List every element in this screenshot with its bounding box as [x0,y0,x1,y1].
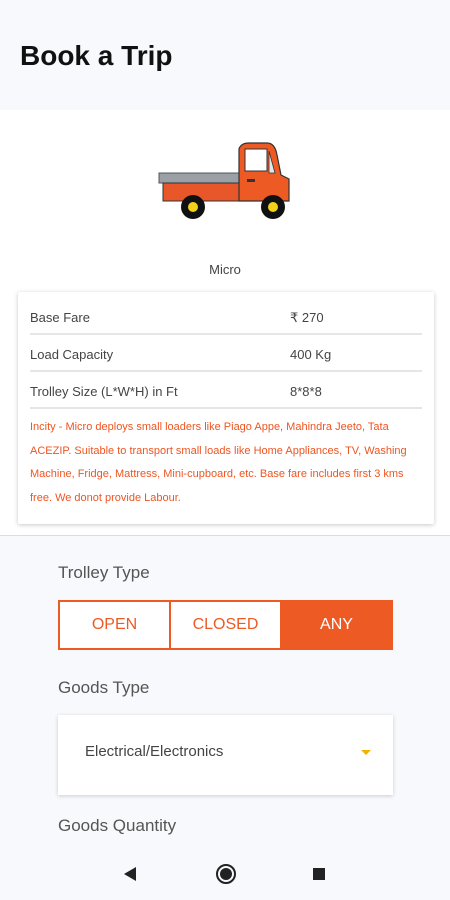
fare-row-label: Trolley Size (L*W*H) in Ft [30,384,178,399]
fare-description-note: Incity - Micro deploys small loaders lik… [30,421,407,504]
fare-row-value: 8*8*8 [290,384,322,399]
system-navigation-bar [0,848,450,900]
back-icon[interactable] [124,867,136,881]
goods-type-label: Goods Type [58,678,150,697]
recent-apps-icon[interactable] [313,868,325,880]
dropdown-arrow-icon [361,750,371,755]
vehicle-name: Micro [209,262,241,277]
page-title: Book a Trip [20,40,173,71]
fare-row-base-fare: Base Fare ₹ 270 [30,298,422,335]
goods-type-selected-value: Electrical/Electronics [85,743,224,760]
loader-truck-icon [158,142,290,219]
trolley-type-label: Trolley Type [58,563,150,582]
fare-row-load-capacity: Load Capacity 400 Kg [30,335,422,372]
fare-row-trolley-size: Trolley Size (L*W*H) in Ft 8*8*8 [30,372,422,409]
goods-quantity-label: Goods Quantity [58,816,177,835]
fare-details-card: Base Fare ₹ 270 Load Capacity 400 Kg Tro… [18,292,434,524]
app-header: Book a Trip [0,0,450,110]
home-icon[interactable] [216,864,236,884]
fare-row-label: Base Fare [30,310,90,325]
trolley-type-closed-button[interactable]: CLOSED [169,602,280,648]
trolley-type-toggle-group: OPEN CLOSED ANY [58,600,393,650]
goods-type-dropdown[interactable]: Electrical/Electronics [58,715,393,795]
fare-row-label: Load Capacity [30,347,114,362]
section-divider [0,535,450,536]
fare-row-value: 400 Kg [290,347,332,362]
vehicle-section: Micro Base Fare ₹ 270 Load Capacity 400 … [0,110,450,535]
fare-row-value: ₹ 270 [290,310,324,325]
trolley-type-any-button[interactable]: ANY [280,602,391,648]
trolley-type-open-button[interactable]: OPEN [60,602,169,648]
